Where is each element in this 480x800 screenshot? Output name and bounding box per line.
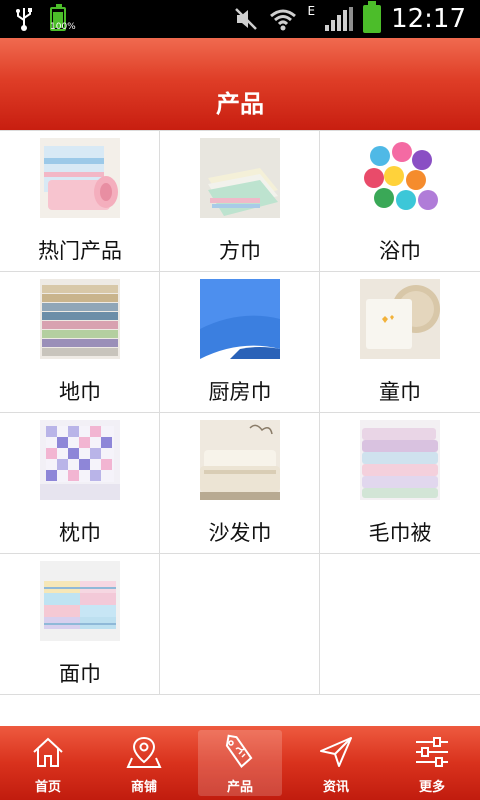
towel-blanket-image bbox=[360, 420, 440, 500]
category-item-bath-towel[interactable]: 浴巾 bbox=[320, 131, 480, 271]
map-pin-icon bbox=[126, 736, 162, 768]
tab-label: 资讯 bbox=[322, 780, 349, 795]
category-item-towel-blanket[interactable]: 毛巾被 bbox=[320, 413, 480, 553]
category-label: 童巾 bbox=[379, 380, 421, 404]
category-label: 沙发巾 bbox=[208, 521, 272, 545]
category-label: 地巾 bbox=[59, 380, 101, 404]
sofa-cover-image bbox=[200, 420, 280, 500]
tab-home[interactable]: 首页 bbox=[0, 726, 96, 800]
tab-label: 产品 bbox=[226, 780, 253, 795]
paper-plane-icon bbox=[320, 737, 352, 767]
tab-more[interactable]: 更多 bbox=[384, 726, 480, 800]
category-item-pillow-towel[interactable]: 枕巾 bbox=[0, 413, 160, 553]
category-item-hot-products[interactable]: 热门产品 bbox=[0, 131, 160, 271]
tab-products[interactable]: 产品 bbox=[192, 726, 288, 800]
empty-cell bbox=[160, 554, 320, 694]
category-item-square-towel[interactable]: 方巾 bbox=[160, 131, 320, 271]
category-label: 厨房巾 bbox=[208, 380, 272, 404]
child-towel-image bbox=[360, 279, 440, 359]
wifi-icon bbox=[270, 9, 297, 31]
page-title: 产品 bbox=[216, 90, 264, 118]
category-label: 枕巾 bbox=[59, 521, 101, 545]
status-bar: 100% E 12:17 bbox=[0, 0, 480, 38]
category-item-sofa-towel[interactable]: 沙发巾 bbox=[160, 413, 320, 553]
category-item-child-towel[interactable]: 童巾 bbox=[320, 272, 480, 412]
category-item-face-towel[interactable]: 面巾 bbox=[0, 554, 160, 694]
category-label: 毛巾被 bbox=[368, 521, 432, 545]
square-towels-image bbox=[200, 138, 280, 218]
sliders-icon bbox=[416, 737, 448, 767]
usb-icon bbox=[16, 8, 32, 31]
product-category-grid: 热门产品 方巾 浴巾 地巾 厨房巾 童巾 枕巾 沙发巾 毛巾被 面巾 bbox=[0, 130, 480, 695]
towel-shelf-image bbox=[40, 279, 120, 359]
empty-cell bbox=[320, 554, 480, 694]
category-label: 面巾 bbox=[59, 662, 101, 686]
tab-label: 更多 bbox=[418, 780, 445, 795]
clock: 12:17 bbox=[391, 4, 466, 34]
category-label: 方巾 bbox=[219, 239, 261, 263]
battery-icon bbox=[363, 1, 382, 33]
checked-pillow-towel-image bbox=[40, 420, 120, 500]
signal-strength-icon bbox=[325, 7, 354, 31]
tab-news[interactable]: 资讯 bbox=[288, 726, 384, 800]
network-type-label: E bbox=[307, 4, 316, 18]
category-label: 热门产品 bbox=[38, 239, 122, 263]
home-icon bbox=[33, 737, 63, 767]
sale-tag-icon bbox=[225, 734, 253, 768]
battery-percent-label: 100% bbox=[50, 22, 76, 32]
bottom-tab-bar: 首页 商铺 产品 资讯 更多 bbox=[0, 726, 480, 800]
tab-label: 首页 bbox=[34, 780, 61, 795]
colorful-towels-image bbox=[360, 138, 440, 218]
category-label: 浴巾 bbox=[379, 239, 421, 263]
tab-label: 商铺 bbox=[130, 780, 157, 795]
category-item-floor-towel[interactable]: 地巾 bbox=[0, 272, 160, 412]
tab-shops[interactable]: 商铺 bbox=[96, 726, 192, 800]
towel-stack-image bbox=[40, 138, 120, 218]
blue-cloth-image bbox=[200, 279, 280, 359]
face-towels-image bbox=[40, 561, 120, 641]
mute-icon bbox=[235, 8, 258, 30]
category-item-kitchen-towel[interactable]: 厨房巾 bbox=[160, 272, 320, 412]
title-bar: 产品 bbox=[0, 38, 480, 130]
